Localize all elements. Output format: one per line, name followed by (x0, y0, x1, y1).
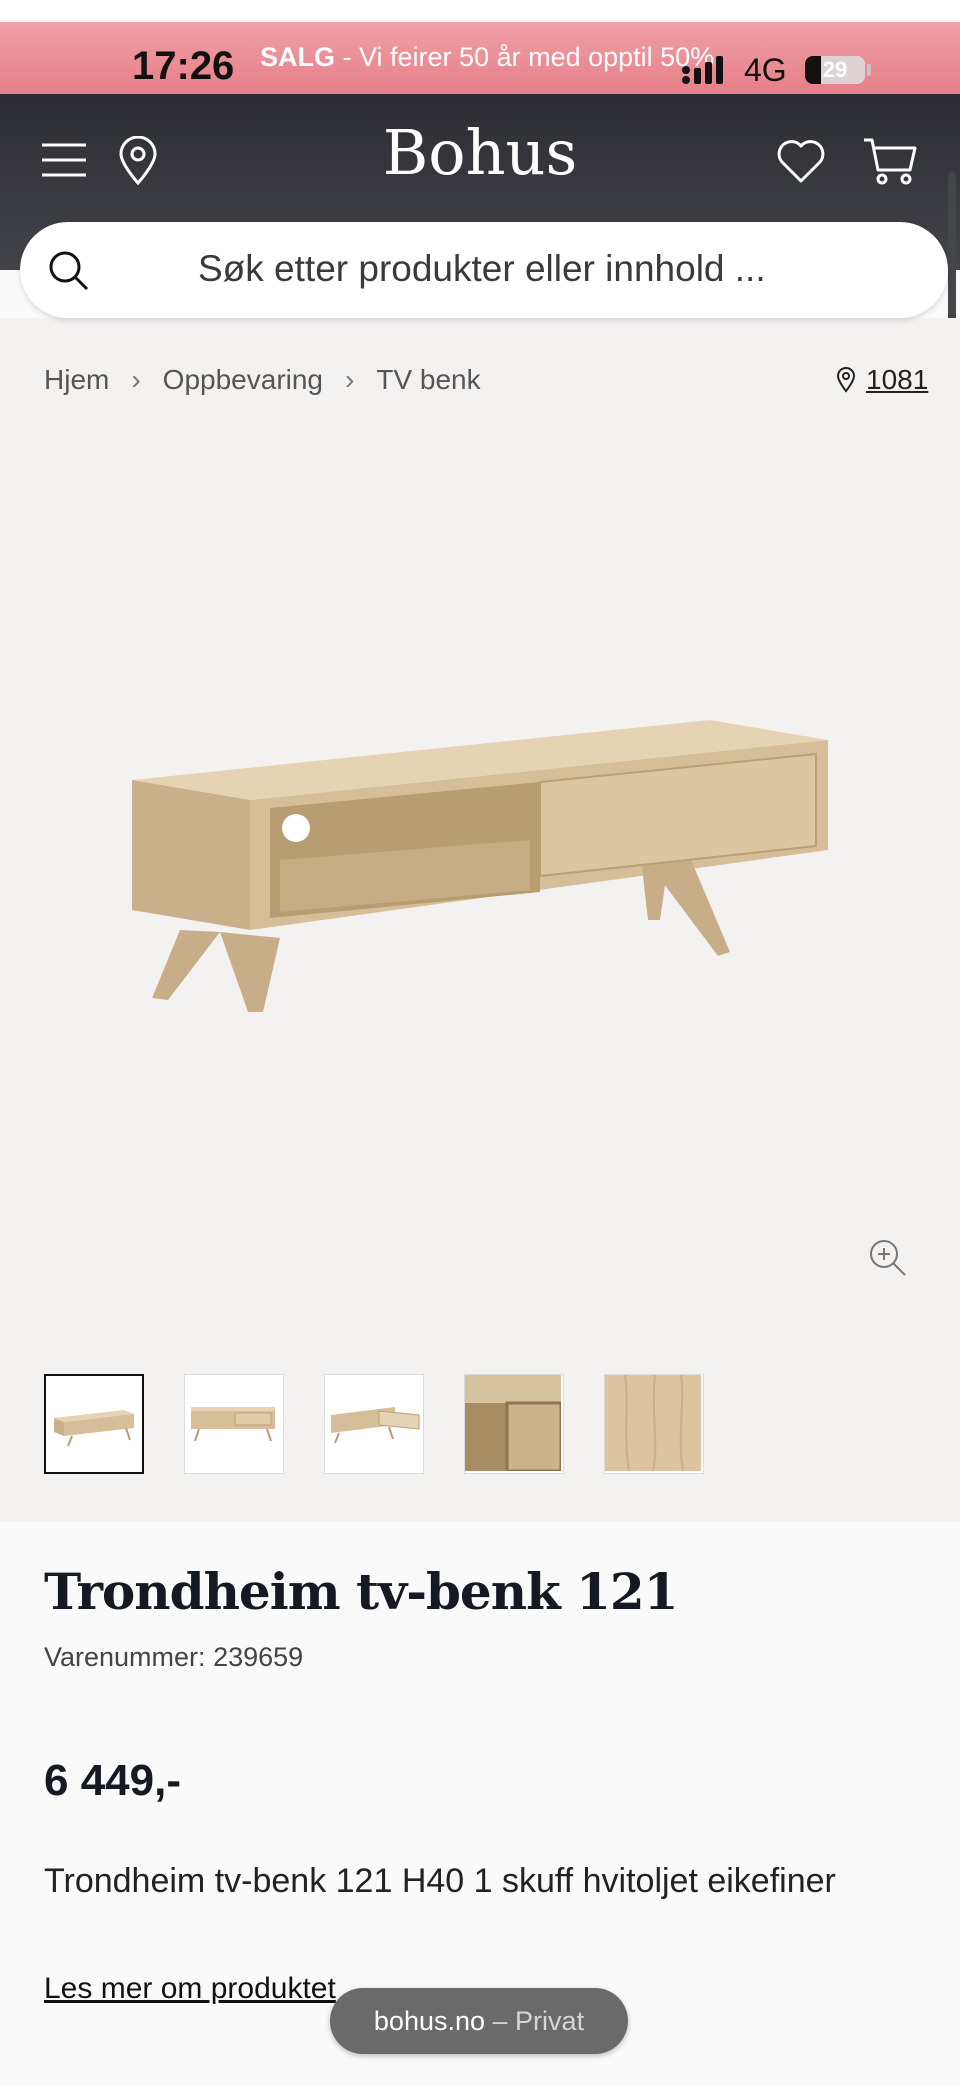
network-label: 4G (744, 52, 787, 88)
read-more-link[interactable]: Les mer om produktet (44, 1972, 336, 2006)
browser-domain: bohus.no (373, 2006, 486, 2036)
breadcrumb: Hjem › Oppbevaring › TV benk (44, 364, 481, 396)
search-icon (49, 251, 89, 291)
top-strip (0, 0, 960, 22)
product-price: 6 449,- (44, 1756, 181, 1805)
gallery-thumbnail[interactable] (324, 1374, 424, 1474)
product-description: Trondheim tv-benk 121 H40 1 skuff hvitol… (44, 1862, 836, 1900)
gallery-thumbnail[interactable] (44, 1374, 144, 1474)
search-placeholder: Søk etter produkter eller innhold ... (198, 248, 766, 289)
chevron-right-icon: › (345, 364, 355, 395)
heart-icon[interactable] (776, 138, 826, 184)
product-sku: Varenummer: 239659 (44, 1642, 304, 1672)
chevron-right-icon: › (131, 364, 141, 395)
breadcrumb-item-home[interactable]: Hjem (44, 364, 109, 396)
location-pin-icon (836, 367, 856, 393)
gallery-thumbnail[interactable] (604, 1374, 704, 1474)
store-selector[interactable]: 1081 (836, 364, 928, 396)
promo-text: SALG - Vi feirer 50 år med opptil 50% (260, 42, 715, 72)
gallery-thumbnail[interactable] (464, 1374, 564, 1474)
breadcrumb-item-storage[interactable]: Oppbevaring (163, 364, 323, 396)
signal-icon (682, 56, 723, 84)
product-title: Trondheim tv-benk 121 (44, 1562, 678, 1621)
battery-tip (867, 64, 871, 76)
gallery-thumbnail[interactable] (184, 1374, 284, 1474)
breadcrumb-item-tv-bench[interactable]: TV benk (376, 364, 480, 396)
product-image[interactable] (120, 700, 840, 1060)
store-number: 1081 (866, 364, 929, 395)
cart-icon[interactable] (862, 136, 918, 186)
browser-url-pill[interactable]: bohus.no – Privat (330, 1988, 628, 2054)
status-time: 17:26 (132, 44, 235, 88)
browser-mode: – Privat (492, 2006, 585, 2036)
search-input[interactable]: Søk etter produkter eller innhold ... (20, 222, 948, 318)
zoom-icon[interactable] (868, 1238, 908, 1278)
battery-icon: 29 (805, 56, 865, 84)
battery-level: 29 (822, 57, 848, 82)
